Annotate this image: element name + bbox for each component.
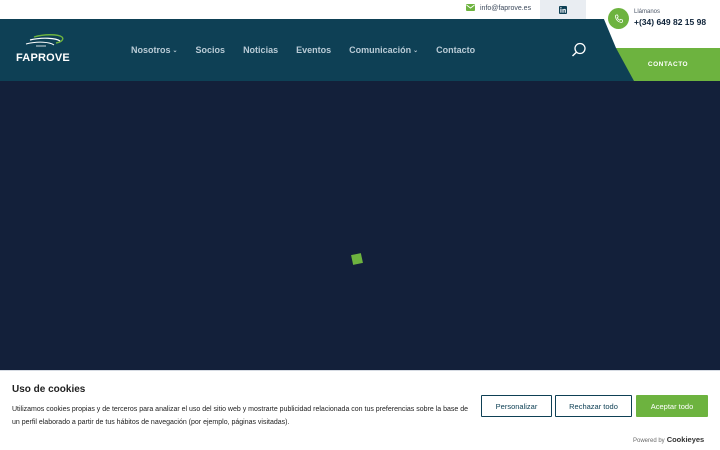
powered-by-label: Powered by bbox=[633, 438, 665, 444]
nav-nosotros[interactable]: Nosotros ⌄ bbox=[131, 45, 178, 55]
nav-label: Noticias bbox=[243, 45, 279, 55]
powered-by[interactable]: Powered by Cookieyes bbox=[633, 435, 704, 444]
nav-label: Eventos bbox=[296, 45, 332, 55]
chevron-down-icon: ⌄ bbox=[172, 47, 178, 54]
customize-button[interactable]: Personalizar bbox=[481, 395, 552, 417]
call-label: Llámanos bbox=[634, 9, 661, 15]
nav-label: Socios bbox=[195, 45, 226, 55]
search-icon bbox=[572, 42, 586, 57]
nav-label: Comunicación bbox=[349, 45, 412, 55]
email-link[interactable]: info@faprove.es bbox=[466, 4, 531, 13]
linkedin-button[interactable] bbox=[540, 0, 586, 19]
cookie-banner: Uso de cookies Utilizamos cookies propia… bbox=[0, 370, 720, 450]
logo-text: FAPROVE bbox=[16, 52, 70, 64]
chevron-down-icon: ⌄ bbox=[413, 47, 419, 54]
cookie-description: Utilizamos cookies propias y de terceros… bbox=[12, 406, 469, 426]
nav-noticias[interactable]: Noticias bbox=[243, 45, 278, 55]
logo-mark-icon bbox=[25, 34, 64, 47]
reject-all-button[interactable]: Rechazar todo bbox=[555, 395, 632, 417]
contact-button[interactable]: CONTACTO bbox=[616, 48, 720, 80]
main-nav: Nosotros ⌄ Socios Noticias Eventos Comun… bbox=[131, 19, 493, 81]
mail-icon bbox=[466, 4, 475, 13]
phone-icon bbox=[614, 14, 623, 23]
search-button[interactable] bbox=[571, 42, 587, 58]
email-text: info@faprove.es bbox=[480, 5, 532, 12]
linkedin-icon bbox=[559, 1, 567, 19]
nav-eventos[interactable]: Eventos bbox=[296, 45, 331, 55]
cookie-title: Uso de cookies bbox=[12, 384, 86, 395]
nav-comunicacion[interactable]: Comunicación ⌄ bbox=[349, 45, 418, 55]
logo[interactable]: FAPROVE bbox=[16, 34, 78, 68]
nav-socios[interactable]: Socios bbox=[196, 45, 226, 55]
loading-spinner bbox=[351, 253, 363, 265]
cookieyes-logo: Cookieyes bbox=[666, 435, 705, 444]
nav-contacto[interactable]: Contacto bbox=[436, 45, 475, 55]
nav-label: Nosotros bbox=[131, 45, 171, 55]
call-number[interactable]: +(34) 649 82 15 98 bbox=[634, 17, 706, 27]
phone-button[interactable] bbox=[608, 8, 629, 29]
site-header: FAPROVE Nosotros ⌄ Socios Noticias Event… bbox=[0, 19, 720, 81]
accept-all-button[interactable]: Aceptar todo bbox=[636, 395, 708, 417]
nav-label: Contacto bbox=[436, 45, 476, 55]
